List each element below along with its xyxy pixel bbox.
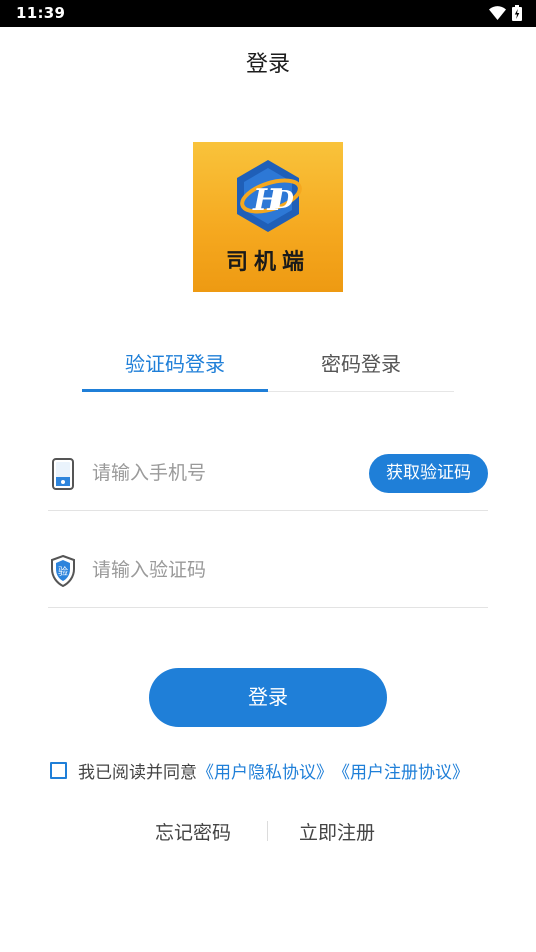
tab-sms-code-login[interactable]: 验证码登录 [82, 340, 268, 392]
login-button[interactable]: 登录 [149, 668, 387, 727]
status-icons [489, 5, 522, 21]
code-input[interactable] [92, 552, 352, 588]
bottom-links: 忘记密码 立即注册 [0, 818, 536, 846]
hd-hexagon-logo-icon: H D [237, 160, 302, 232]
logo-caption: 司机端 [225, 250, 310, 275]
wifi-icon [489, 6, 506, 20]
svg-text:D: D [272, 185, 294, 214]
agreement-text: 我已阅读并同意 [78, 762, 197, 783]
register-agreement-link[interactable]: 《用户注册协议》 [333, 758, 469, 783]
phone-icon [52, 458, 74, 490]
status-bar: 11:39 [0, 0, 536, 27]
register-link[interactable]: 立即注册 [299, 818, 375, 845]
agreement-checkbox[interactable] [50, 761, 67, 779]
tab-password-login[interactable]: 密码登录 [268, 340, 454, 392]
battery-charging-icon [512, 5, 522, 21]
page-title: 登录 [245, 52, 290, 77]
status-time: 11:39 [16, 4, 66, 22]
forgot-password-link[interactable]: 忘记密码 [155, 818, 231, 845]
bottom-divider [267, 821, 268, 841]
code-field: 验 [48, 546, 488, 608]
phone-field: 获取验证码 [48, 449, 488, 511]
shield-verify-icon: 验 [51, 555, 75, 587]
login-mode-tabs: 验证码登录 密码登录 [82, 340, 454, 392]
phone-input[interactable] [92, 455, 352, 491]
get-code-button[interactable]: 获取验证码 [369, 454, 488, 493]
app-logo: H D 司机端 [193, 142, 343, 292]
privacy-policy-link[interactable]: 《用户隐私协议》 [197, 758, 333, 783]
agreement-row: 我已阅读并同意 《用户隐私协议》 《用户注册协议》 [50, 758, 469, 783]
shield-icon-text: 验 [58, 565, 68, 578]
